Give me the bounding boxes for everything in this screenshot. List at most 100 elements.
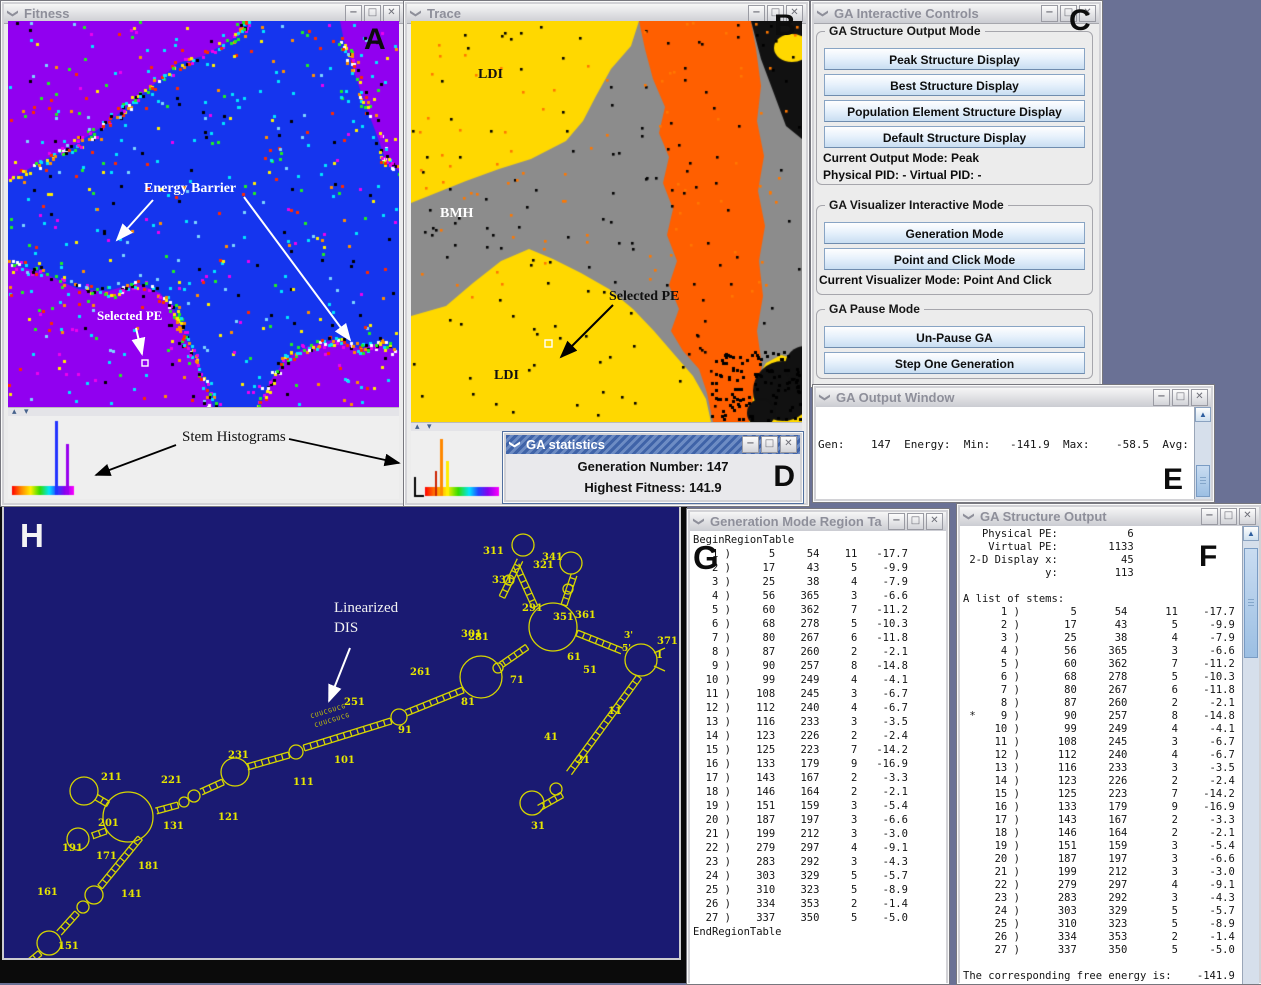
minimize-icon[interactable]: − [748, 5, 765, 22]
statistics-titlebar[interactable]: ❯ GA statistics − □ ✕ [506, 435, 800, 455]
rna-position-label: 111 [293, 777, 314, 788]
group-title-pause-mode: GA Pause Mode [825, 302, 924, 316]
panel-label-a: A [364, 23, 386, 57]
maximize-icon[interactable]: □ [1172, 389, 1189, 406]
rna-structure-canvas[interactable]: H Linearized DIS 3' 5' CUUCGUCG CUUCGUCG… [2, 503, 681, 960]
rna-position-label: 291 [522, 603, 543, 614]
rna-position-label: 201 [98, 818, 119, 829]
collapse-down-icon[interactable]: ▾ [427, 421, 432, 431]
minimize-icon[interactable]: − [1041, 5, 1058, 22]
close-icon[interactable]: ✕ [1191, 389, 1208, 406]
window-menu-icon[interactable]: ❯ [819, 392, 832, 404]
current-visualizer-mode-status: Current Visualizer Mode: Point And Click [819, 273, 1092, 287]
minimize-icon[interactable]: − [1201, 508, 1218, 525]
point-and-click-mode-button[interactable]: Point and Click Mode [824, 248, 1085, 270]
maximize-icon[interactable]: □ [761, 436, 778, 453]
rna-position-label: 141 [121, 889, 142, 900]
default-structure-display-button[interactable]: Default Structure Display [824, 126, 1085, 148]
rna-position-label: 221 [161, 775, 182, 786]
close-icon[interactable]: ✕ [780, 436, 797, 453]
output-line [818, 480, 1195, 494]
linearized-dis-label-line2: DIS [334, 620, 358, 637]
window-menu-icon[interactable]: ❯ [7, 8, 20, 20]
collapse-up-icon[interactable]: ▴ [415, 421, 420, 431]
close-icon[interactable]: ✕ [1239, 508, 1256, 525]
scroll-up-icon[interactable]: ▲ [1195, 407, 1211, 422]
group-title-structure-output-mode: GA Structure Output Mode [825, 24, 985, 38]
collapse-up-icon[interactable]: ▴ [12, 406, 17, 416]
minimize-icon[interactable]: − [742, 436, 759, 453]
peak-structure-display-button[interactable]: Peak Structure Display [824, 48, 1085, 70]
fitness-heatmap[interactable] [8, 21, 399, 407]
terminal-3prime-label: 3' [624, 631, 633, 641]
output-scrollbar[interactable]: ▲ [1194, 407, 1211, 499]
region-table-title: Generation Mode Region Ta [710, 514, 882, 529]
rna-position-label: 51 [583, 665, 597, 676]
collapse-down-icon[interactable]: ▾ [24, 406, 29, 416]
energy-barrier-label: Energy Barrier [144, 181, 236, 197]
stem-histogram-trace [411, 431, 511, 499]
fitness-title: Fitness [24, 6, 70, 21]
rna-position-label: 171 [96, 851, 117, 862]
generation-mode-button[interactable]: Generation Mode [824, 222, 1085, 244]
window-menu-icon[interactable]: ❯ [693, 516, 706, 528]
rna-position-label: 371 [657, 636, 678, 647]
window-menu-icon[interactable]: ❯ [410, 8, 423, 20]
structure-output-titlebar[interactable]: ❯ GA Structure Output − □ ✕ [960, 507, 1259, 527]
close-icon[interactable]: ✕ [383, 5, 400, 22]
panel-label-e: E [1163, 463, 1183, 497]
stem-histograms-label: Stem Histograms [182, 429, 286, 446]
maximize-icon[interactable]: □ [907, 513, 924, 530]
population-element-structure-display-button[interactable]: Population Element Structure Display [824, 100, 1085, 122]
rna-position-label: 11 [608, 706, 622, 717]
rna-position-label: 21 [576, 755, 590, 766]
window-menu-icon[interactable]: ❯ [817, 8, 830, 20]
scrollbar-thumb[interactable] [1244, 548, 1258, 658]
structure-output-title: GA Structure Output [980, 509, 1107, 524]
region-table-titlebar[interactable]: ❯ Generation Mode Region Ta − □ ✕ [690, 512, 946, 532]
window-menu-icon[interactable]: ❯ [963, 511, 976, 523]
panel-label-h: H [20, 517, 44, 555]
region-table-text: BeginRegionTable 1 ) 5 54 11 -17.7 2 ) 1… [690, 531, 946, 939]
structure-output-scrollbar[interactable]: ▲ [1242, 526, 1259, 984]
scroll-up-icon[interactable]: ▲ [1243, 526, 1259, 541]
maximize-icon[interactable]: □ [364, 5, 381, 22]
rna-position-label: 311 [483, 546, 504, 557]
close-icon[interactable]: ✕ [926, 513, 943, 530]
rna-position-label: 351 [553, 612, 574, 623]
rna-position-label: 71 [510, 675, 524, 686]
bmh-label: BMH [440, 206, 473, 222]
rna-position-label: 151 [58, 941, 79, 952]
output-titlebar[interactable]: ❯ GA Output Window − □ ✕ [816, 388, 1211, 408]
group-structure-output-mode: GA Structure Output Mode Peak Structure … [816, 31, 1093, 185]
controls-title: GA Interactive Controls [834, 6, 979, 21]
structure-output-pane: Physical PE: 6 Virtual PE: 1133 2-D Disp… [960, 526, 1243, 984]
minimize-icon[interactable]: − [888, 513, 905, 530]
highest-fitness-text: Highest Fitness: 141.9 [506, 480, 800, 495]
rna-position-label: 161 [37, 887, 58, 898]
maximize-icon[interactable]: □ [1220, 508, 1237, 525]
un-pause-ga-button[interactable]: Un-Pause GA [824, 326, 1085, 348]
generation-number-text: Generation Number: 147 [506, 459, 800, 474]
window-generation-mode-region-table: ❯ Generation Mode Region Ta − □ ✕ BeginR… [686, 508, 950, 985]
scrollbar-thumb[interactable] [1196, 465, 1210, 497]
window-ga-structure-output: ❯ GA Structure Output − □ ✕ Physical PE:… [956, 503, 1261, 985]
step-one-generation-button[interactable]: Step One Generation [824, 352, 1085, 374]
terminal-5prime-label: 5' [622, 644, 631, 654]
rna-position-label: 31 [531, 821, 545, 832]
rna-position-label: 261 [410, 667, 431, 678]
minimize-icon[interactable]: − [1153, 389, 1170, 406]
trace-title: Trace [427, 6, 461, 21]
window-menu-icon[interactable]: ❯ [509, 439, 522, 451]
rna-structure-drawing [4, 505, 679, 958]
rna-position-label: 331 [492, 575, 513, 586]
window-ga-output: ❯ GA Output Window − □ ✕ Gen: 147 Energy… [812, 384, 1215, 503]
rna-position-label: 91 [398, 725, 412, 736]
controls-titlebar[interactable]: ❯ GA Interactive Controls − □ ✕ [814, 4, 1099, 24]
ldi-bottom-label: LDI [494, 368, 519, 384]
panel-label-c: C [1069, 4, 1091, 38]
best-structure-display-button[interactable]: Best Structure Display [824, 74, 1085, 96]
current-output-mode-status: Current Output Mode: Peak [823, 151, 1092, 165]
rna-position-label: 121 [218, 812, 239, 823]
minimize-icon[interactable]: − [345, 5, 362, 22]
